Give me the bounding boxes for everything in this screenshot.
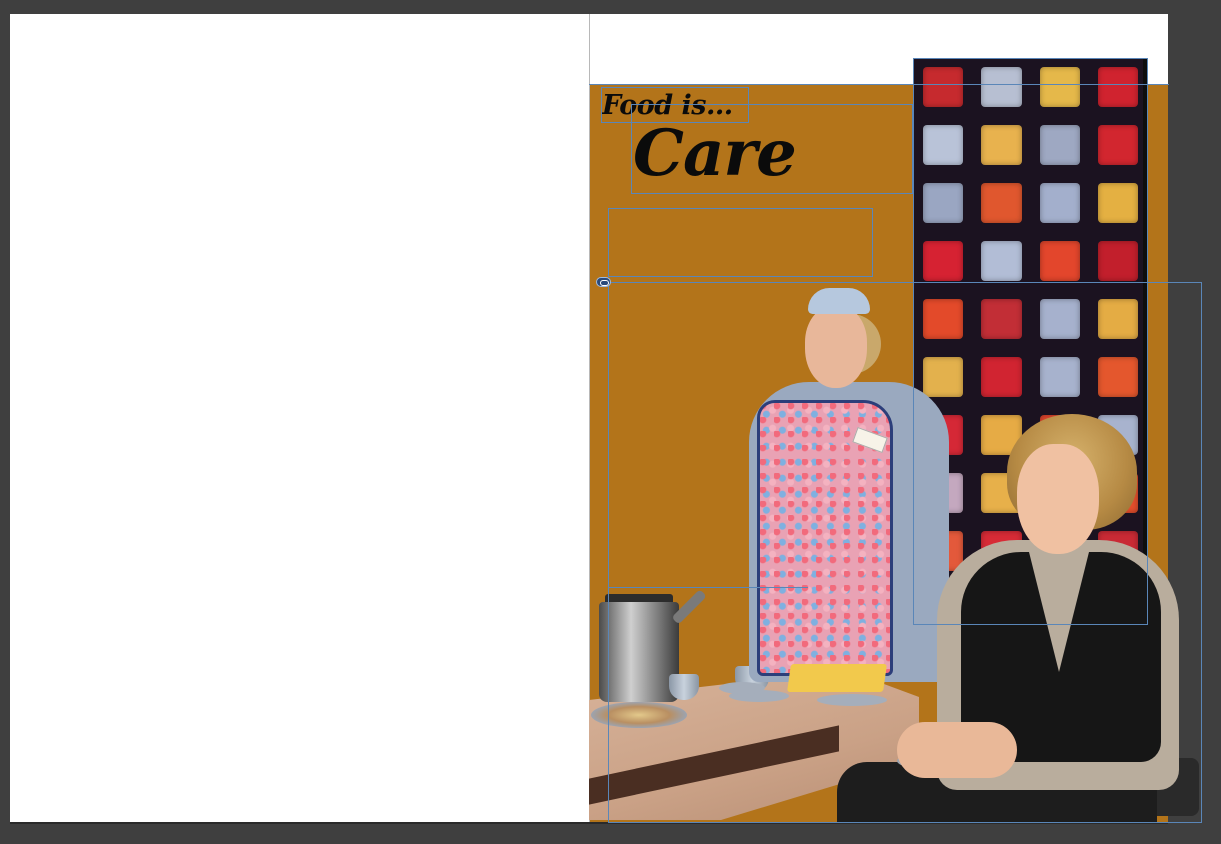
empty-text-frame[interactable] — [608, 208, 873, 277]
link-icon[interactable] — [596, 277, 611, 287]
photo-text-wrap-boundary[interactable] — [608, 282, 808, 588]
headline-main-text-frame[interactable] — [631, 104, 913, 194]
left-page[interactable] — [10, 14, 589, 822]
